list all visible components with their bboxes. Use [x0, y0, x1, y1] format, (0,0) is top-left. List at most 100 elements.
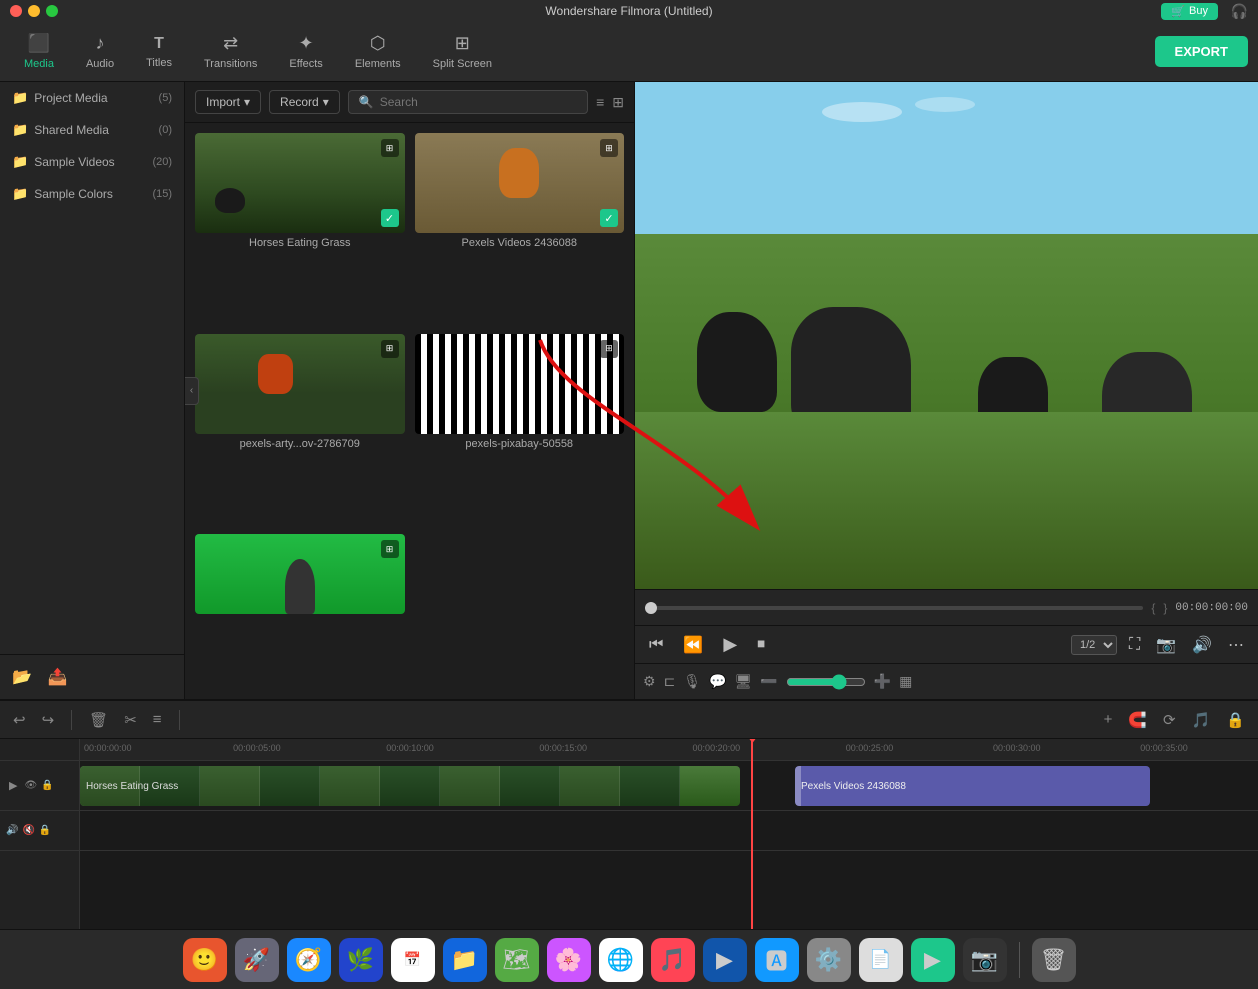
- dock-item-calendar[interactable]: 📅: [391, 938, 435, 982]
- progress-bar[interactable]: [645, 606, 1143, 610]
- dock-item-photos-app[interactable]: 🌿: [339, 938, 383, 982]
- toolbar-item-elements[interactable]: ⬡ Elements: [341, 27, 415, 76]
- toolbar-item-titles[interactable]: T Titles: [132, 29, 186, 75]
- magnet-button[interactable]: 🧲: [1125, 708, 1150, 732]
- crop-tool-button[interactable]: ⊏: [664, 673, 676, 690]
- cut-button[interactable]: ✂: [121, 708, 140, 732]
- import-folder-button[interactable]: 📤: [44, 663, 72, 691]
- snapshot-button[interactable]: 📷: [1152, 633, 1180, 657]
- window-controls[interactable]: [10, 5, 58, 17]
- sidebar-item-sample-colors[interactable]: 📁 Sample Colors (15): [0, 178, 184, 210]
- redo-button[interactable]: ↪: [39, 708, 58, 732]
- dock-item-safari[interactable]: 🧭: [287, 938, 331, 982]
- toolbar-item-transitions[interactable]: ⇄ Transitions: [190, 27, 271, 76]
- play-button[interactable]: ▶: [719, 632, 741, 657]
- playhead[interactable]: [751, 739, 753, 929]
- track-label-audio1: 🔊 🔇 🔒: [0, 811, 79, 851]
- buy-button[interactable]: 🛒 Buy: [1161, 3, 1218, 20]
- media-item-horses[interactable]: ⊞ ✓ Horses Eating Grass: [195, 133, 405, 324]
- audio-track-1: [80, 811, 1258, 851]
- skip-back-button[interactable]: ⏮: [645, 634, 667, 656]
- zoom-slider[interactable]: [786, 674, 866, 690]
- dock-item-maps[interactable]: 🗺: [495, 938, 539, 982]
- media-item-green[interactable]: ⊞: [195, 534, 405, 689]
- toolbar-item-split-screen[interactable]: ⊞ Split Screen: [419, 27, 506, 76]
- delete-button[interactable]: 🗑: [86, 708, 111, 732]
- progress-thumb[interactable]: [645, 602, 657, 614]
- search-input[interactable]: [380, 95, 577, 109]
- volume-button[interactable]: 🔊: [1188, 633, 1216, 657]
- dock-item-finder[interactable]: 🙂: [183, 938, 227, 982]
- app-body: 📁 Project Media (5) 📁 Shared Media (0) 📁…: [0, 82, 1258, 699]
- new-folder-button[interactable]: 📂: [8, 663, 36, 691]
- import-button[interactable]: Import ▾: [195, 90, 261, 114]
- close-button[interactable]: [10, 5, 22, 17]
- step-back-button[interactable]: ⏪: [679, 633, 707, 657]
- audio-track-button[interactable]: 🎵: [1189, 708, 1214, 732]
- dock: 🙂 🚀 🧭 🌿 📅 📁 🗺 🌸 🌐 🎵 ▶ 🅰 ⚙️ 📄 ▶ 📷: [0, 929, 1258, 989]
- clip-horses-eating-grass[interactable]: Horses Eating Grass: [80, 766, 740, 806]
- mic-tool-button[interactable]: 🎙: [683, 673, 701, 690]
- sidebar-item-sample-videos[interactable]: 📁 Sample Videos (20): [0, 146, 184, 178]
- screenshot-icon: 📷: [971, 947, 998, 973]
- dock-item-viu[interactable]: ▶: [703, 938, 747, 982]
- monitor-tool-button[interactable]: 🖥: [735, 673, 753, 690]
- minus-zoom-button[interactable]: ➖: [760, 673, 777, 690]
- ruler-tick-0: 00:00:00:00: [84, 743, 132, 753]
- bars-button[interactable]: ▦: [899, 673, 912, 690]
- dock-item-screenshot[interactable]: 📷: [963, 938, 1007, 982]
- grid-view-icon[interactable]: ⊞: [612, 94, 624, 111]
- media-item-pexels2436088[interactable]: ⊞ ✓ Pexels Videos 2436088: [415, 133, 625, 324]
- more-options-button[interactable]: ⋯: [1224, 633, 1248, 657]
- clip-pexels-handle[interactable]: [795, 766, 801, 806]
- track-expand-button[interactable]: ▶: [6, 776, 20, 795]
- toolbar-item-effects[interactable]: ✦ Effects: [275, 27, 336, 76]
- sidebar-collapse-button[interactable]: ‹: [185, 377, 199, 405]
- filter-icon[interactable]: ≡: [596, 94, 604, 110]
- dock-item-launchpad[interactable]: 🚀: [235, 938, 279, 982]
- pexels2436088-label: Pexels Videos 2436088: [415, 237, 625, 249]
- add-track-button[interactable]: +: [1101, 708, 1116, 731]
- media-item-zebra[interactable]: ⊞ pexels-pixabay-50558: [415, 334, 625, 525]
- ripple-button[interactable]: ⟳: [1160, 708, 1179, 732]
- track-label-video1: ▶ 👁 🔒: [0, 761, 79, 811]
- dock-item-files[interactable]: 📁: [443, 938, 487, 982]
- settings-tool-button[interactable]: ⚙: [643, 673, 656, 690]
- dock-item-photos2[interactable]: 🌸: [547, 938, 591, 982]
- sidebar-item-project-media[interactable]: 📁 Project Media (5): [0, 82, 184, 114]
- search-box[interactable]: 🔍: [348, 90, 588, 114]
- toolbar-item-media[interactable]: ⬛ Media: [10, 27, 68, 76]
- lock-audio-icon[interactable]: 🔒: [39, 825, 51, 836]
- minimize-button[interactable]: [28, 5, 40, 17]
- dock-item-settings[interactable]: ⚙️: [807, 938, 851, 982]
- speed-select[interactable]: 1/2 1/4 1: [1071, 635, 1117, 655]
- media-item-fox[interactable]: ⊞ pexels-arty...ov-2786709: [195, 334, 405, 525]
- fullscreen-button[interactable]: ⛶: [1125, 634, 1144, 656]
- toolbar-item-audio[interactable]: ♪ Audio: [72, 27, 128, 76]
- add-marker-button[interactable]: ➕: [874, 673, 891, 690]
- dock-item-document[interactable]: 📄: [859, 938, 903, 982]
- maximize-button[interactable]: [46, 5, 58, 17]
- adjust-button[interactable]: ≡: [150, 708, 165, 731]
- stop-button[interactable]: ⏹: [753, 634, 769, 656]
- undo-button[interactable]: ↩: [10, 708, 29, 732]
- dock-item-music[interactable]: 🎵: [651, 938, 695, 982]
- mute-icon[interactable]: 🔇: [22, 825, 34, 836]
- dock-item-trash[interactable]: 🗑: [1032, 938, 1076, 982]
- sidebar-label-sample-colors: Sample Colors: [34, 187, 113, 201]
- clip-pexels-2436088[interactable]: Pexels Videos 2436088: [795, 766, 1150, 806]
- media-toolbar: Import ▾ Record ▾ 🔍 ≡ ⊞: [185, 82, 634, 123]
- dock-item-chrome[interactable]: 🌐: [599, 938, 643, 982]
- dock-item-appstore[interactable]: 🅰: [755, 938, 799, 982]
- record-button[interactable]: Record ▾: [269, 90, 340, 114]
- sidebar: 📁 Project Media (5) 📁 Shared Media (0) 📁…: [0, 82, 185, 699]
- lock-track-icon[interactable]: 🔒: [41, 780, 53, 791]
- sidebar-item-shared-media[interactable]: 📁 Shared Media (0): [0, 114, 184, 146]
- eye-icon[interactable]: 👁: [24, 780, 37, 791]
- dock-item-filmora[interactable]: ▶: [911, 938, 955, 982]
- export-button[interactable]: EXPORT: [1155, 36, 1248, 67]
- sample-videos-count: (20): [152, 156, 172, 168]
- caption-tool-button[interactable]: 💬: [709, 673, 726, 690]
- shared-media-count: (0): [159, 124, 172, 136]
- lock-button[interactable]: 🔒: [1223, 708, 1248, 732]
